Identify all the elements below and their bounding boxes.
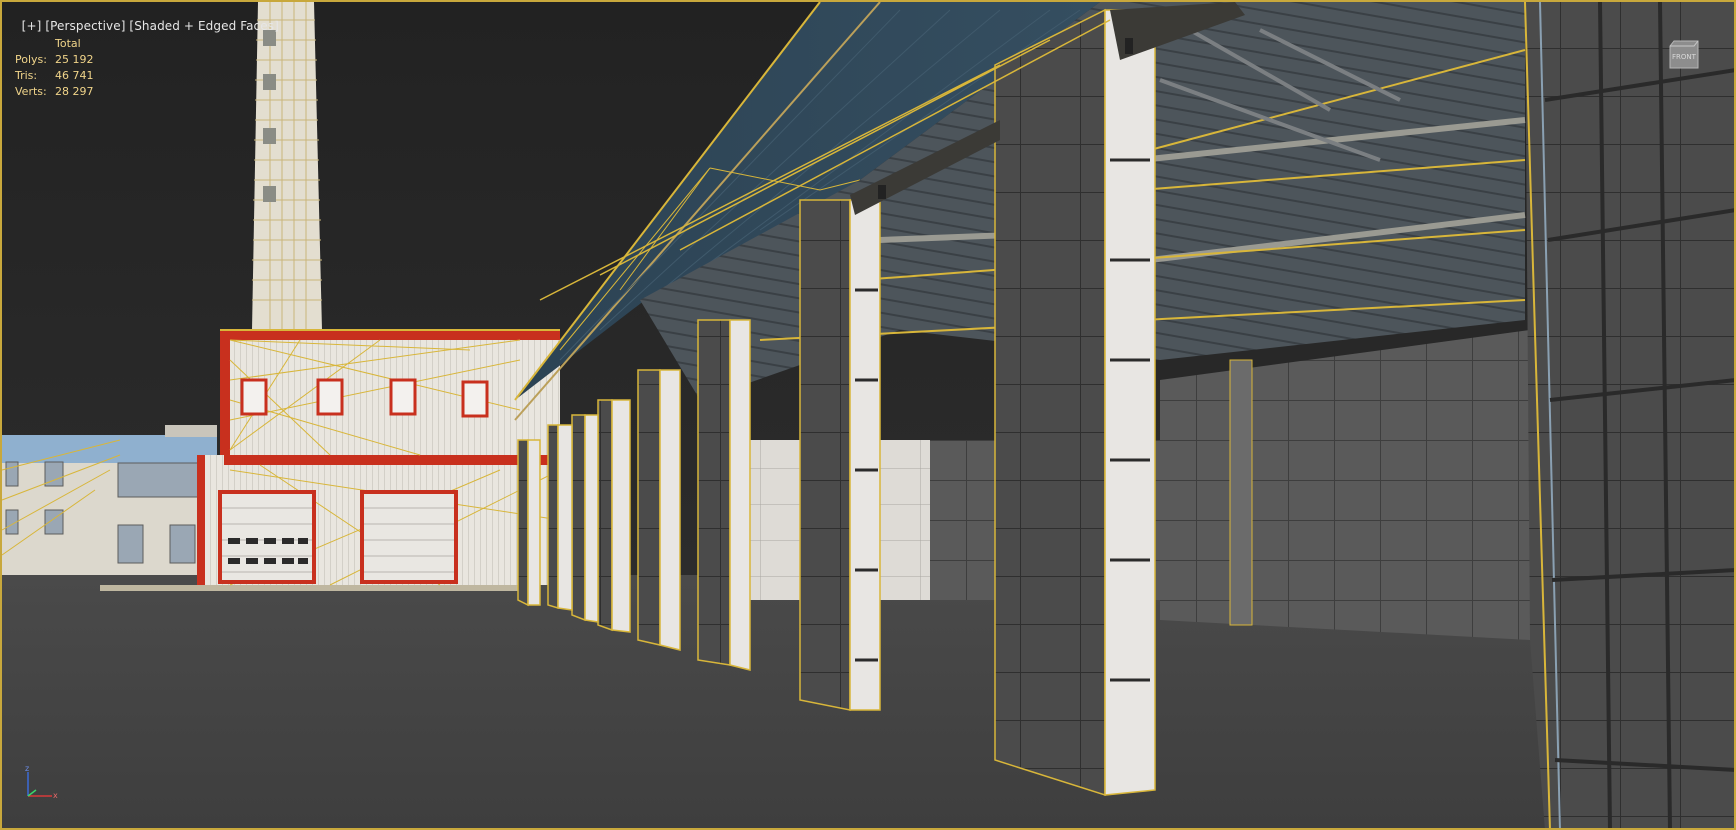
- stats-key-polys: Polys:: [15, 53, 47, 66]
- stats-value-polys: 25 192: [55, 53, 94, 66]
- viewport-plus-menu[interactable]: [+]: [22, 19, 42, 33]
- axis-z-label: z: [25, 764, 29, 773]
- chimney[interactable]: [252, 2, 322, 330]
- perspective-viewport[interactable]: [+] [Perspective] [Shaded + Edged Faces]…: [0, 0, 1736, 830]
- viewport-view-menu[interactable]: [Perspective]: [45, 19, 125, 33]
- stats-row: Tris: 46 741: [15, 68, 135, 84]
- stats-value-tris: 46 741: [55, 69, 94, 82]
- stats-key-tris: Tris:: [15, 69, 38, 82]
- stats-value-verts: 28 297: [55, 85, 94, 98]
- red-trim-building[interactable]: [197, 329, 561, 586]
- viewcube-icon[interactable]: FRONT: [1664, 38, 1702, 74]
- viewport-shading-menu[interactable]: [Shaded + Edged Faces]: [129, 19, 278, 33]
- stats-row: Polys: 25 192: [15, 52, 135, 68]
- axis-tripod-icon: z x: [25, 764, 58, 800]
- stats-header: Total: [55, 37, 81, 50]
- stats-row: Verts: 28 297: [15, 84, 135, 100]
- statistics-overlay: Total Polys: 25 192 Tris: 46 741 Verts: …: [15, 36, 135, 100]
- right-wall[interactable]: [1524, 1, 1736, 830]
- viewcube-label: FRONT: [1672, 53, 1697, 61]
- axis-x-label: x: [53, 791, 58, 800]
- scene-render[interactable]: [0, 0, 1736, 830]
- stats-key-verts: Verts:: [15, 85, 47, 98]
